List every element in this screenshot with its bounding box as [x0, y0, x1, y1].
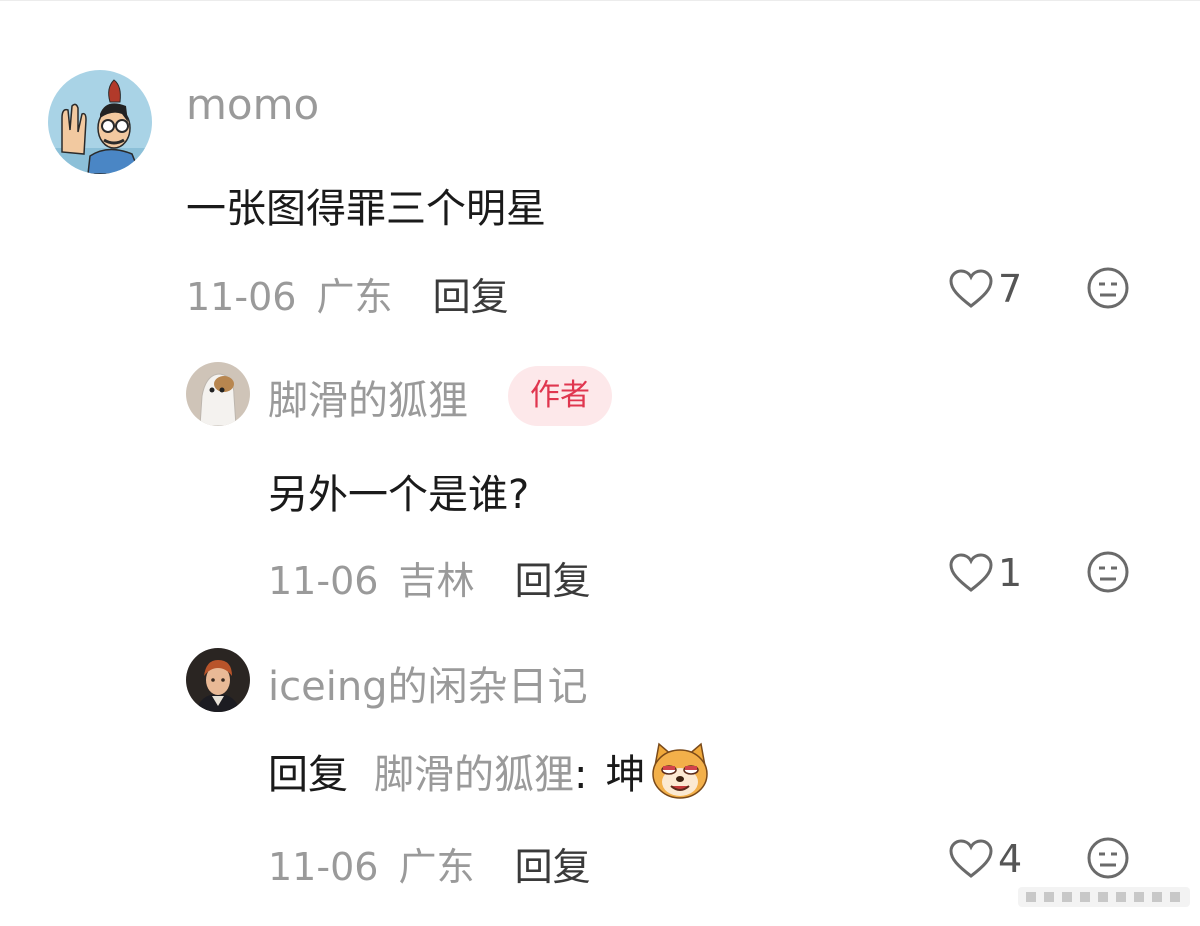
avatar-ghost-dog-icon [186, 362, 250, 426]
like-count: 4 [998, 837, 1023, 881]
like-count: 1 [998, 551, 1023, 595]
comment-location: 吉林 [398, 559, 475, 603]
comment-text: 一张图得罪三个明星 [186, 186, 546, 232]
comment-meta: 11-06 广东 回复 [268, 836, 591, 891]
reply-button[interactable]: 回复 [433, 275, 509, 319]
heart-outline-icon [949, 269, 993, 308]
reply-button[interactable]: 回复 [515, 559, 591, 603]
reply-button[interactable]: 回复 [515, 845, 591, 889]
neutral-face-icon[interactable] [1086, 836, 1130, 880]
username[interactable]: momo [186, 80, 319, 129]
watermark-logo [1018, 887, 1190, 907]
reply-colon: : [574, 752, 588, 798]
heart-outline-icon [949, 839, 993, 878]
author-badge: 作者 [508, 366, 612, 426]
like-button[interactable]: 4 [948, 834, 1022, 884]
comment-date: 11-06 [268, 845, 379, 889]
avatar[interactable] [186, 362, 250, 426]
shiba-dog-emoji-icon [652, 742, 709, 799]
neutral-face-icon[interactable] [1086, 550, 1130, 594]
like-button[interactable]: 1 [948, 548, 1022, 598]
reply-prefix: 回复 [268, 752, 348, 798]
username[interactable]: 脚滑的狐狸 [268, 368, 468, 426]
avatar[interactable] [186, 648, 250, 712]
like-button[interactable]: 7 [948, 264, 1022, 314]
comment-meta: 11-06 广东 回复 [186, 266, 509, 321]
top-divider [0, 0, 1200, 1]
comment-meta: 11-06 吉林 回复 [268, 550, 591, 605]
avatar[interactable] [48, 70, 152, 174]
like-count: 7 [998, 267, 1023, 311]
comment-location: 广东 [398, 845, 475, 889]
comment-text: 回复 脚滑的狐狸: 坤 [268, 742, 711, 808]
comment-date: 11-06 [268, 559, 379, 603]
avatar-boy-portrait-icon [186, 648, 250, 712]
comment-text: 另外一个是谁? [268, 472, 530, 518]
username[interactable]: iceing的闲杂日记 [268, 654, 588, 712]
heart-outline-icon [949, 553, 993, 592]
reply-target-username[interactable]: 脚滑的狐狸 [374, 752, 574, 798]
comment-date: 11-06 [186, 275, 297, 319]
neutral-face-icon[interactable] [1086, 266, 1130, 310]
comment-location: 广东 [316, 275, 393, 319]
avatar-cartoon-man-icon [48, 70, 152, 174]
reply-content: 坤 [605, 752, 646, 798]
